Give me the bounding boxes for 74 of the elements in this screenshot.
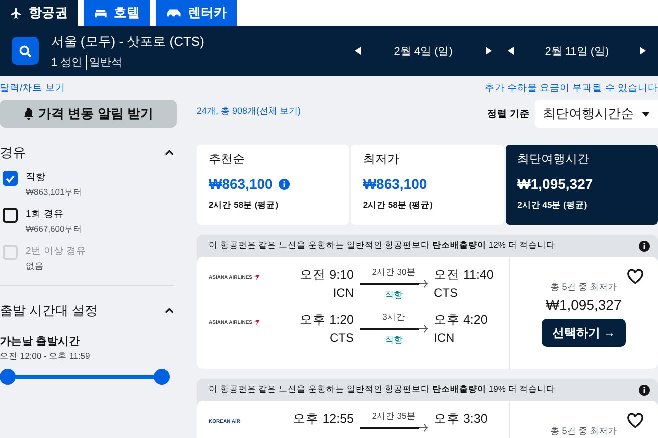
baggage-link[interactable]: 추가 수하물 요금이 부과될 수 있습니다	[484, 82, 658, 94]
bell-icon	[24, 108, 34, 120]
option-price: ₩667,600부터	[26, 224, 83, 236]
arrival-time: 오후 4:20	[434, 312, 488, 329]
arrival-time: 오후 3:30	[434, 411, 488, 428]
option-price: ₩863,101부터	[26, 187, 83, 199]
cabin-text: 일반석	[86, 54, 122, 70]
plane-icon	[10, 6, 23, 20]
arrival-time: 오전 11:40	[434, 267, 494, 284]
info-icon	[639, 384, 650, 396]
next-date-button[interactable]	[638, 44, 648, 58]
next-date-button[interactable]	[484, 44, 494, 58]
tab[interactable]: 항공권	[0, 0, 78, 26]
heart-icon[interactable]	[627, 413, 644, 428]
date-text[interactable]: 2월 11일 (일)	[545, 44, 610, 58]
heart-icon[interactable]	[627, 269, 644, 284]
airport-code: ICN	[333, 286, 354, 300]
route-text: 서울 (모두) - 삿포로 (CTS)	[51, 32, 206, 50]
sort-dropdown[interactable]: 최단여행시간순	[535, 100, 658, 128]
emissions-note: 이 항공편은 같은 노선을 운항하는 일반적인 항공편보다 탄소배출량이 19% 더 적습니다	[209, 384, 556, 396]
airport-code: ICN	[434, 331, 455, 345]
departure-time: 오후 1:20	[300, 312, 354, 329]
checkbox[interactable]	[3, 208, 18, 223]
sort-tab[interactable]: 최단여행시간 ₩1,095,327 2시간 45분 (평균)	[506, 145, 658, 225]
passengers-text: 1 성인	[51, 56, 82, 70]
departure-time-label: 가는날 출발시간	[0, 335, 82, 349]
price-label: 총 5건 중 최저가	[550, 425, 618, 438]
slider-handle[interactable]	[0, 369, 16, 385]
flight-duration: 2시간 30분	[372, 267, 416, 279]
checkbox[interactable]	[3, 171, 18, 186]
stops-text: 직항	[385, 289, 403, 302]
departure-time: 오후 12:55	[293, 411, 354, 428]
select-button[interactable]: 선택하기 →	[542, 319, 626, 347]
stops-text: 직항	[385, 334, 403, 347]
option-label: 2번 이상 경유	[26, 245, 87, 258]
previous-date-button[interactable]	[352, 44, 363, 58]
option-label: 1회 경유	[26, 208, 65, 221]
sort-label: 정렬 기준	[487, 108, 530, 120]
route-line-icon	[360, 424, 428, 432]
sort-tab[interactable]: 추천순 ₩863,100 2시간 58분 (평균)	[197, 145, 350, 225]
flight-duration: 3시간	[382, 312, 406, 324]
time-range-text: 오전 12:00 - 오후 11:59	[0, 351, 92, 363]
route-line-icon	[360, 280, 428, 288]
bed-icon	[94, 8, 108, 18]
sort-tab[interactable]: 최저가 ₩863,100 2시간 58분 (평균)	[351, 145, 504, 225]
option-label: 직항	[26, 171, 47, 184]
chevron-up-icon[interactable]	[165, 150, 174, 156]
slider-handle[interactable]	[154, 369, 170, 385]
previous-date-button[interactable]	[506, 44, 516, 58]
option-price: 없음	[26, 261, 45, 273]
section-title: 출발 시간대 설정	[0, 302, 98, 320]
route-line-icon	[360, 325, 428, 333]
calendar-link[interactable]: 달력/차트 보기	[0, 82, 66, 94]
check-icon	[6, 174, 15, 182]
caret-down-icon	[642, 112, 650, 116]
price-alert-button[interactable]: 가격 변동 알림 받기	[0, 100, 177, 128]
search-icon	[19, 44, 32, 58]
search-button[interactable]	[12, 37, 40, 65]
tab[interactable]: 렌터카	[156, 0, 237, 26]
car-icon	[166, 8, 182, 18]
emissions-note: 이 항공편은 같은 노선을 운항하는 일반적인 항공편보다 탄소배출량이 12% 더 적습니다	[209, 240, 556, 252]
price-text: ₩1,095,327	[546, 297, 622, 313]
airport-code: CTS	[434, 286, 458, 300]
tab[interactable]: 호텔	[84, 0, 150, 26]
airport-code: CTS	[330, 331, 354, 345]
departure-time: 오전 9:10	[300, 267, 354, 284]
info-icon	[639, 240, 650, 252]
chevron-up-icon[interactable]	[165, 308, 174, 314]
flight-duration: 2시간 35분	[372, 411, 416, 423]
result-count-link[interactable]: 24개, 총 908개(전체 보기)	[197, 105, 302, 118]
price-label: 총 5건 중 최저가	[550, 281, 618, 294]
time-slider[interactable]	[0, 369, 170, 385]
section-title: 경유	[0, 144, 26, 162]
date-text[interactable]: 2월 4일 (일)	[394, 44, 453, 58]
